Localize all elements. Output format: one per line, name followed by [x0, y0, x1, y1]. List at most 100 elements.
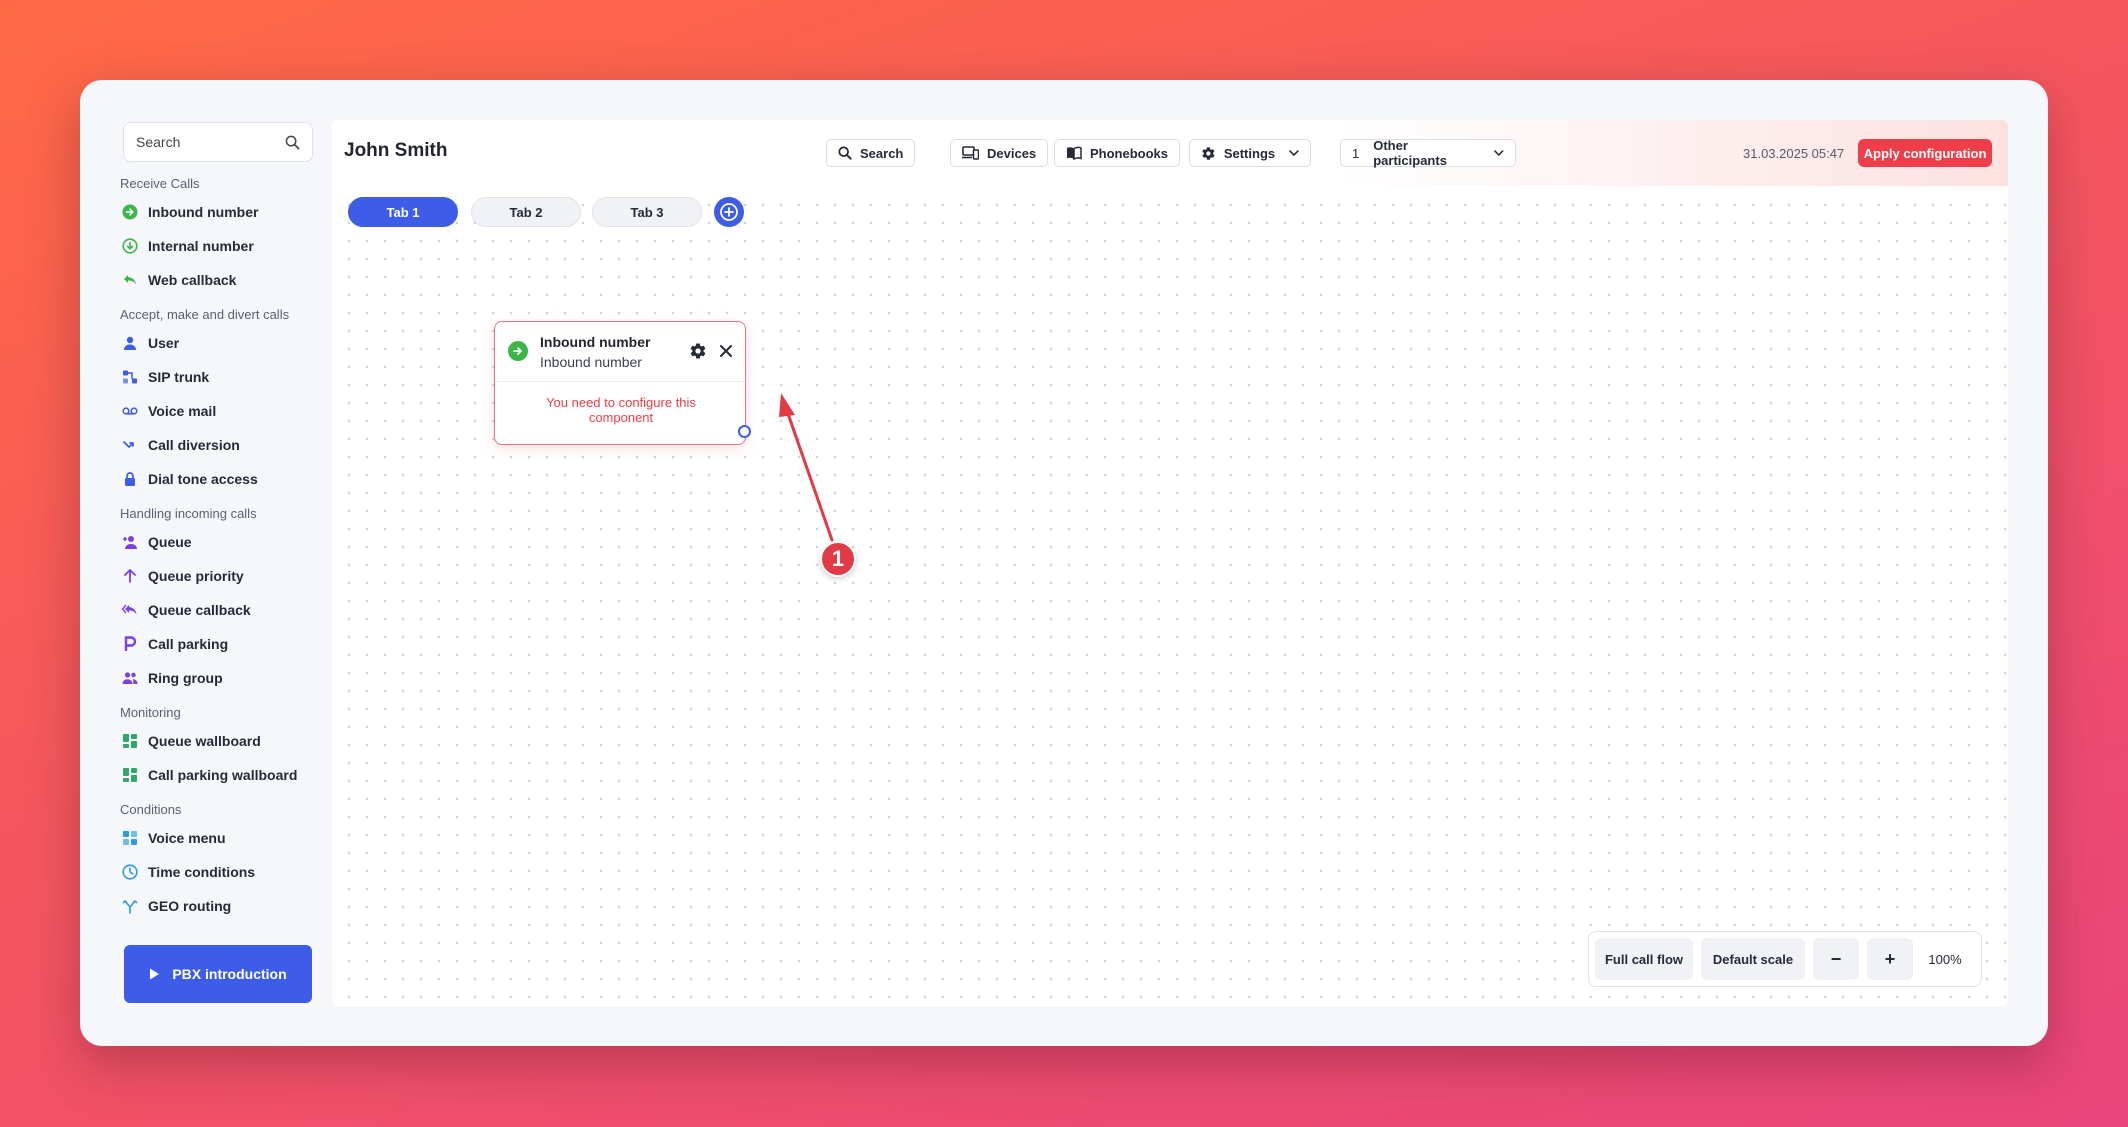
sidebar-item-label: Time conditions	[148, 864, 256, 880]
devices-icon	[962, 146, 979, 160]
participants-count: 1	[1352, 145, 1360, 161]
voice-menu-icon	[122, 830, 138, 846]
tab-3[interactable]: Tab 3	[592, 197, 702, 227]
sip-trunk-icon	[122, 369, 138, 385]
section-title-accept-make-divert: Accept, make and divert calls	[120, 307, 290, 322]
main-panel: John Smith Search Devices Phonebooks Set…	[332, 120, 2008, 1006]
sidebar-item-queue[interactable]: Queue	[120, 525, 320, 559]
play-icon	[150, 968, 160, 980]
queue-icon	[122, 534, 138, 550]
arrow-up-icon	[122, 568, 138, 584]
chevron-down-icon	[1289, 150, 1299, 156]
sidebar-item-label: Call diversion	[148, 437, 240, 453]
sidebar-item-time-conditions[interactable]: Time conditions	[120, 855, 320, 889]
annotation-step-badge: 1	[820, 541, 856, 577]
sidebar-item-label: Queue priority	[148, 568, 244, 584]
sidebar-item-label: Dial tone access	[148, 471, 258, 487]
node-title: Inbound number	[540, 334, 651, 350]
devices-button[interactable]: Devices	[950, 139, 1049, 167]
participants-label: Other participants	[1373, 138, 1447, 168]
sidebar-item-ring-group[interactable]: Ring group	[120, 661, 320, 695]
inbound-number-node[interactable]: Inbound number Inbound number You need t…	[494, 321, 746, 445]
chevron-down-icon	[1494, 150, 1504, 156]
phonebooks-button[interactable]: Phonebooks	[1054, 139, 1181, 167]
sidebar: Receive Calls Inbound number Internal nu…	[80, 80, 330, 1046]
section-title-handling-incoming: Handling incoming calls	[120, 506, 257, 521]
sidebar-item-label: Internal number	[148, 238, 254, 254]
sidebar-item-call-diversion[interactable]: Call diversion	[120, 428, 320, 462]
zoom-level: 100%	[1928, 951, 1962, 967]
add-tab-button[interactable]	[714, 197, 744, 227]
sidebar-item-call-parking[interactable]: Call parking	[120, 627, 320, 661]
node-header: Inbound number Inbound number	[495, 322, 745, 382]
sidebar-item-voice-mail[interactable]: Voice mail	[120, 394, 320, 428]
plus-circle-icon	[720, 203, 738, 221]
sidebar-component-list: Receive Calls Inbound number Internal nu…	[120, 173, 320, 923]
phonebooks-label: Phonebooks	[1090, 145, 1169, 161]
sidebar-item-label: Queue callback	[148, 602, 251, 618]
sidebar-item-call-parking-wallboard[interactable]: Call parking wallboard	[120, 758, 320, 792]
web-callback-icon	[122, 272, 138, 288]
gear-icon[interactable]	[689, 342, 707, 360]
sidebar-item-user[interactable]: User	[120, 326, 320, 360]
geo-routing-icon	[122, 898, 138, 914]
sidebar-item-sip-trunk[interactable]: SIP trunk	[120, 360, 320, 394]
parking-icon	[122, 636, 138, 652]
close-icon[interactable]	[719, 344, 733, 358]
gear-icon	[1202, 146, 1215, 160]
node-subtitle: Inbound number	[540, 354, 642, 370]
settings-dropdown[interactable]: Settings	[1189, 139, 1311, 167]
sidebar-item-inbound-number[interactable]: Inbound number	[120, 195, 320, 229]
participants-dropdown[interactable]: 1 Other participants	[1340, 138, 1516, 168]
section-title-receive-calls: Receive Calls	[120, 176, 200, 191]
sidebar-item-queue-priority[interactable]: Queue priority	[120, 559, 320, 593]
last-saved-datetime: 31.03.2025 05:47	[1743, 146, 1845, 161]
section-title-monitoring: Monitoring	[120, 705, 181, 720]
sidebar-item-label: GEO routing	[148, 898, 232, 914]
sidebar-item-geo-routing[interactable]: GEO routing	[120, 889, 320, 923]
tab-2[interactable]: Tab 2	[471, 197, 581, 227]
sidebar-item-label: Call parking wallboard	[148, 767, 298, 783]
sidebar-item-queue-callback[interactable]: Queue callback	[120, 593, 320, 627]
toolbar-search-button[interactable]: Search	[826, 139, 916, 167]
voicemail-icon	[122, 403, 138, 419]
inbound-number-icon	[122, 204, 138, 220]
node-config-warning: You need to configure this component	[546, 395, 696, 425]
sidebar-search-box[interactable]	[123, 122, 313, 162]
sidebar-item-voice-menu[interactable]: Voice menu	[120, 821, 320, 855]
top-toolbar: John Smith Search Devices Phonebooks Set…	[332, 120, 2008, 186]
pbx-introduction-label: PBX introduction	[172, 966, 287, 982]
search-icon[interactable]	[285, 135, 300, 150]
tab-1[interactable]: Tab 1	[348, 197, 458, 227]
sidebar-item-label: Voice menu	[148, 830, 226, 846]
dashboard-icon	[122, 767, 138, 783]
zoom-out-button[interactable]: −	[1813, 938, 1859, 980]
zoom-controls: Full call flow Default scale − + 100%	[1588, 931, 1982, 987]
sidebar-item-label: Inbound number	[148, 204, 259, 220]
toolbar-search-label: Search	[860, 145, 904, 161]
sidebar-item-web-callback[interactable]: Web callback	[120, 263, 320, 297]
default-scale-button[interactable]: Default scale	[1701, 938, 1805, 980]
settings-label: Settings	[1223, 145, 1276, 161]
node-output-port[interactable]	[738, 425, 751, 438]
sidebar-item-queue-wallboard[interactable]: Queue wallboard	[120, 724, 320, 758]
flow-canvas[interactable]	[332, 190, 2008, 1006]
sidebar-item-label: Queue	[148, 534, 192, 550]
sidebar-item-label: Queue wallboard	[148, 733, 261, 749]
sidebar-search-input[interactable]	[136, 134, 276, 150]
sidebar-item-label: Voice mail	[148, 403, 217, 419]
sidebar-item-dial-tone-access[interactable]: Dial tone access	[120, 462, 320, 496]
queue-callback-icon	[122, 602, 138, 618]
section-title-conditions: Conditions	[120, 802, 182, 817]
sidebar-item-internal-number[interactable]: Internal number	[120, 229, 320, 263]
sidebar-item-label: SIP trunk	[148, 369, 210, 385]
inbound-number-icon	[508, 341, 528, 361]
apply-configuration-button[interactable]: Apply configuration	[1858, 139, 1992, 167]
full-call-flow-button[interactable]: Full call flow	[1595, 938, 1693, 980]
zoom-in-button[interactable]: +	[1867, 938, 1913, 980]
app-window: Receive Calls Inbound number Internal nu…	[80, 80, 2048, 1046]
pbx-introduction-button[interactable]: PBX introduction	[124, 945, 312, 1003]
sidebar-item-label: Web callback	[148, 272, 237, 288]
internal-number-icon	[122, 238, 138, 254]
dashboard-icon	[122, 733, 138, 749]
